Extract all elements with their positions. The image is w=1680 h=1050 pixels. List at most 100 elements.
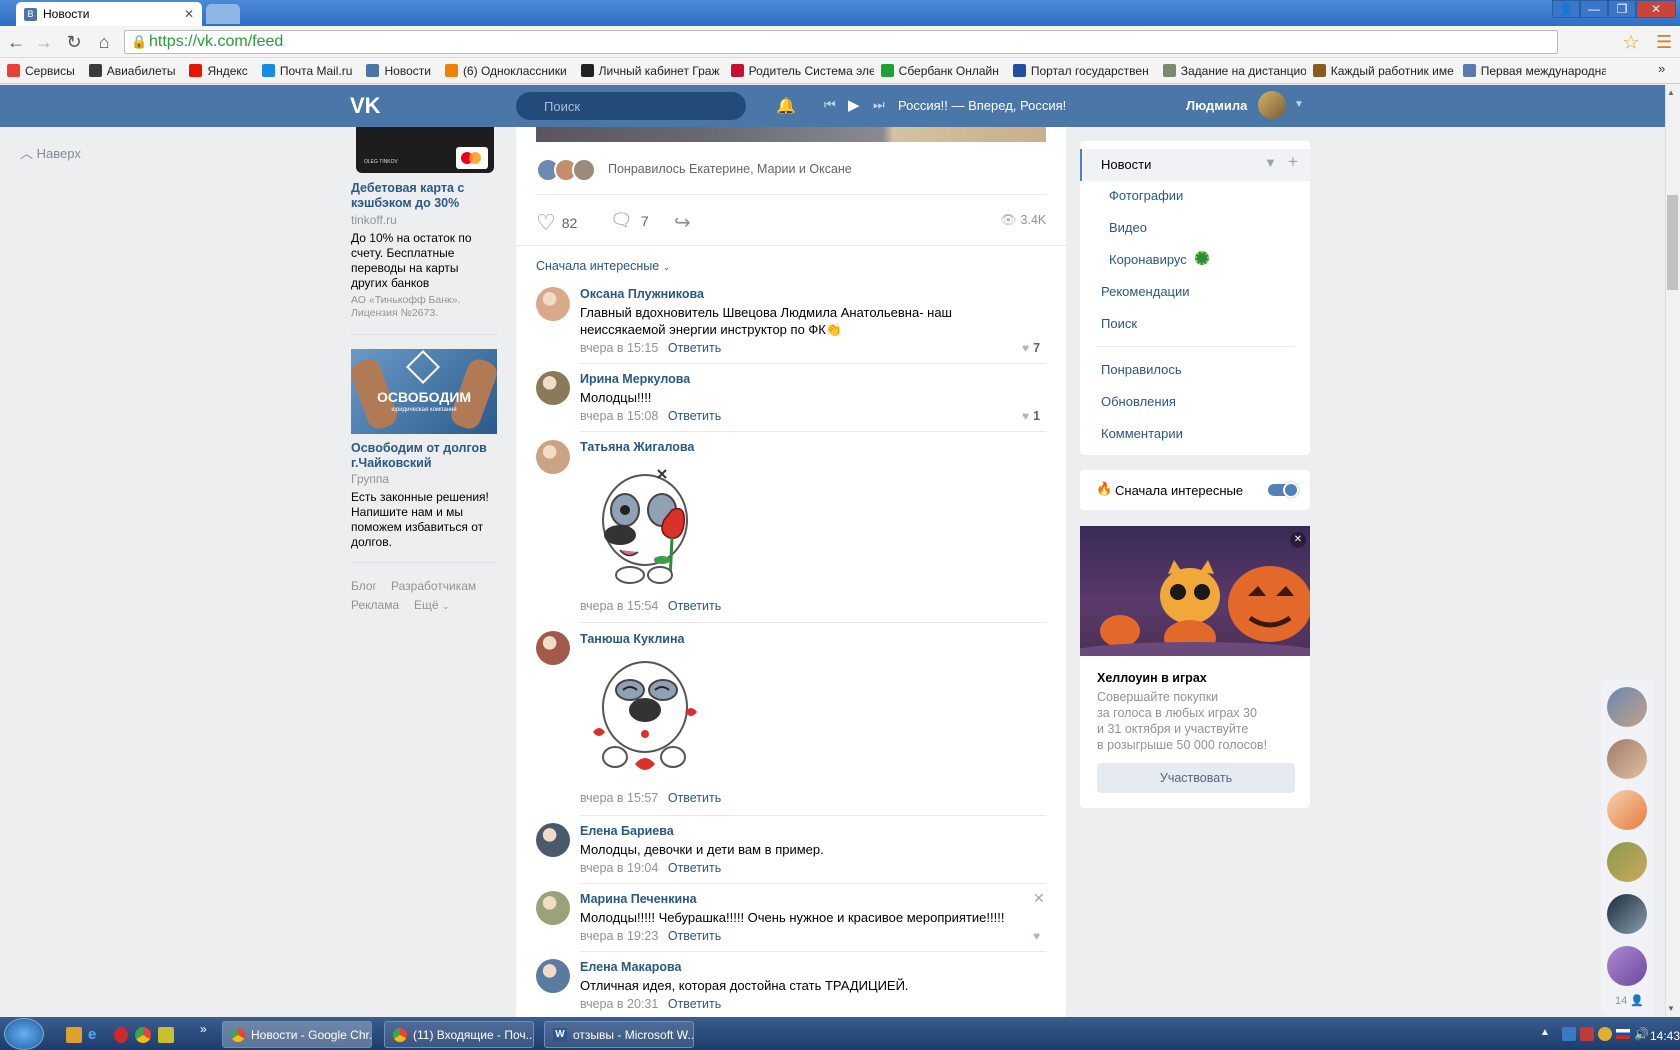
- comment-author[interactable]: Елена Бариева: [580, 824, 674, 838]
- new-tab-button[interactable]: [206, 4, 240, 24]
- menu-item-coronavirus[interactable]: Коронавирус: [1109, 252, 1187, 267]
- forward-arrow-icon[interactable]: →: [32, 30, 56, 54]
- menu-item-photos[interactable]: Фотографии: [1109, 188, 1183, 203]
- comment-author[interactable]: Ирина Меркулова: [580, 372, 690, 386]
- participate-button[interactable]: Участвовать: [1097, 763, 1295, 793]
- reply-link[interactable]: Ответить: [668, 929, 721, 943]
- volume-icon[interactable]: 🔊: [1634, 1027, 1649, 1041]
- footer-link-developers[interactable]: Разработчикам: [391, 579, 476, 593]
- tray-expand-icon[interactable]: ▲: [1540, 1027, 1550, 1038]
- reply-link[interactable]: Ответить: [668, 599, 721, 613]
- bookmark-item[interactable]: (6) Одноклассники: [438, 64, 574, 78]
- friend-avatar[interactable]: [1607, 894, 1647, 934]
- comment-time[interactable]: вчера в 15:15: [580, 341, 658, 355]
- bookmark-item[interactable]: Первая международна: [1456, 64, 1606, 78]
- reload-icon[interactable]: ↻: [62, 30, 86, 54]
- commenter-avatar[interactable]: [536, 440, 570, 474]
- clock[interactable]: 14:43: [1650, 1029, 1680, 1043]
- language-flag-icon[interactable]: [1616, 1029, 1630, 1039]
- bookmark-item[interactable]: Авиабилеты: [82, 64, 183, 78]
- filter-icon[interactable]: ▼: [1264, 155, 1277, 170]
- menu-icon[interactable]: ☰: [1656, 32, 1672, 53]
- liked-by-text[interactable]: Понравилось Екатерине, Марии и Оксане: [608, 162, 852, 176]
- bookmark-item[interactable]: Родитель Система эле: [724, 64, 874, 78]
- friend-avatar[interactable]: [1607, 790, 1647, 830]
- delete-comment-icon[interactable]: ✕: [1033, 890, 1045, 907]
- commenter-avatar[interactable]: [536, 287, 570, 321]
- smart-feed-toggle[interactable]: [1268, 482, 1299, 498]
- commenter-avatar[interactable]: [536, 959, 570, 993]
- bookmark-star-icon[interactable]: ☆: [1622, 30, 1640, 55]
- ie-icon[interactable]: e: [88, 1026, 106, 1044]
- commenter-avatar[interactable]: [536, 891, 570, 925]
- liked-avatars[interactable]: [536, 158, 598, 182]
- friend-avatar[interactable]: [1607, 842, 1647, 882]
- post-photo-strip[interactable]: [536, 127, 1046, 142]
- bookmark-item[interactable]: Почта Mail.ru: [255, 64, 360, 78]
- search-input[interactable]: Поиск: [516, 92, 746, 120]
- comments-sort-dropdown[interactable]: Сначала интересные ⌄: [536, 259, 670, 273]
- comment-like-button[interactable]: ♥ 7: [1022, 341, 1040, 355]
- user-avatar[interactable]: [1258, 91, 1286, 119]
- next-track-icon[interactable]: ⏭: [873, 97, 885, 113]
- bookmark-item[interactable]: Личный кабинет Граж: [574, 64, 724, 78]
- comment-author[interactable]: Елена Макарова: [580, 960, 682, 974]
- chrome-icon[interactable]: [135, 1027, 151, 1043]
- menu-item-search[interactable]: Поиск: [1101, 316, 1137, 331]
- reply-link[interactable]: Ответить: [668, 341, 721, 355]
- comment-like-button[interactable]: ♥ 1: [1022, 409, 1040, 423]
- bookmark-item[interactable]: Сервисы: [0, 64, 82, 78]
- menu-item-recommendations[interactable]: Рекомендации: [1101, 284, 1190, 299]
- taskbar-overflow-icon[interactable]: »: [200, 1022, 207, 1036]
- comment-time[interactable]: вчера в 15:54: [580, 599, 658, 613]
- plus-icon[interactable]: +: [1288, 152, 1298, 172]
- friends-count[interactable]: 14 👤: [1615, 994, 1644, 1007]
- footer-link-more[interactable]: Ещё ⌄: [414, 598, 449, 612]
- bookmark-item[interactable]: Сбербанк Онлайн: [874, 64, 1006, 78]
- reply-link[interactable]: Ответить: [668, 861, 721, 875]
- halloween-promo-image[interactable]: [1080, 526, 1310, 656]
- vk-logo-icon[interactable]: VK: [350, 93, 384, 118]
- user-name[interactable]: Людмила: [1186, 98, 1247, 113]
- reply-link[interactable]: Ответить: [668, 409, 721, 423]
- more-bookmarks-icon[interactable]: »: [1658, 61, 1665, 76]
- comment-author[interactable]: Татьяна Жигалова: [580, 440, 694, 454]
- home-icon[interactable]: ⌂: [92, 30, 116, 54]
- comment-button[interactable]: 🗨 7: [610, 210, 649, 231]
- comment-time[interactable]: вчера в 19:04: [580, 861, 658, 875]
- commenter-avatar[interactable]: [536, 371, 570, 405]
- ad-title[interactable]: Освободим от долгов г.Чайковский: [351, 441, 496, 471]
- tray-app-icon[interactable]: [1598, 1027, 1612, 1041]
- footer-link-ads[interactable]: Реклама: [351, 598, 399, 612]
- dog-with-kisses-sticker[interactable]: [585, 652, 705, 782]
- taskbar-word[interactable]: W отзывы - Microsoft W...: [544, 1021, 694, 1048]
- address-bar[interactable]: 🔒 https://vk.com/feed: [124, 30, 1558, 54]
- app-icon[interactable]: [158, 1027, 174, 1043]
- minimize-icon[interactable]: —: [1580, 0, 1608, 18]
- start-button-icon[interactable]: [4, 1018, 44, 1050]
- menu-item-news[interactable]: Новости: [1101, 157, 1151, 172]
- reply-link[interactable]: Ответить: [668, 997, 721, 1011]
- browser-tab-active[interactable]: B Новости ✕: [16, 2, 202, 26]
- network-icon[interactable]: [1562, 1027, 1576, 1041]
- scroll-down-icon[interactable]: ▼: [1667, 1004, 1675, 1013]
- comment-time[interactable]: вчера в 15:57: [580, 791, 658, 805]
- commenter-avatar[interactable]: [536, 823, 570, 857]
- friend-avatar[interactable]: [1607, 739, 1647, 779]
- taskbar-chrome-news[interactable]: Новости - Google Chr...: [222, 1021, 372, 1048]
- like-button[interactable]: ♡ 82: [536, 210, 577, 236]
- close-tab-icon[interactable]: ✕: [184, 7, 194, 21]
- bookmark-item[interactable]: Новости: [359, 64, 437, 78]
- close-window-icon[interactable]: ✕: [1636, 0, 1676, 18]
- ad-domain[interactable]: tinkoff.ru: [351, 213, 397, 227]
- antivirus-icon[interactable]: [1580, 1027, 1594, 1041]
- bell-icon[interactable]: 🔔: [776, 96, 796, 116]
- now-playing-title[interactable]: Россия!! — Вперед, Россия!: [898, 98, 1066, 113]
- commenter-avatar[interactable]: [536, 631, 570, 665]
- friend-avatar[interactable]: [1607, 687, 1647, 727]
- comment-time[interactable]: вчера в 15:08: [580, 409, 658, 423]
- menu-item-updates[interactable]: Обновления: [1101, 394, 1176, 409]
- opera-icon[interactable]: [114, 1027, 128, 1043]
- dog-with-rose-sticker[interactable]: [590, 460, 700, 590]
- footer-link-blog[interactable]: Блог: [351, 579, 377, 593]
